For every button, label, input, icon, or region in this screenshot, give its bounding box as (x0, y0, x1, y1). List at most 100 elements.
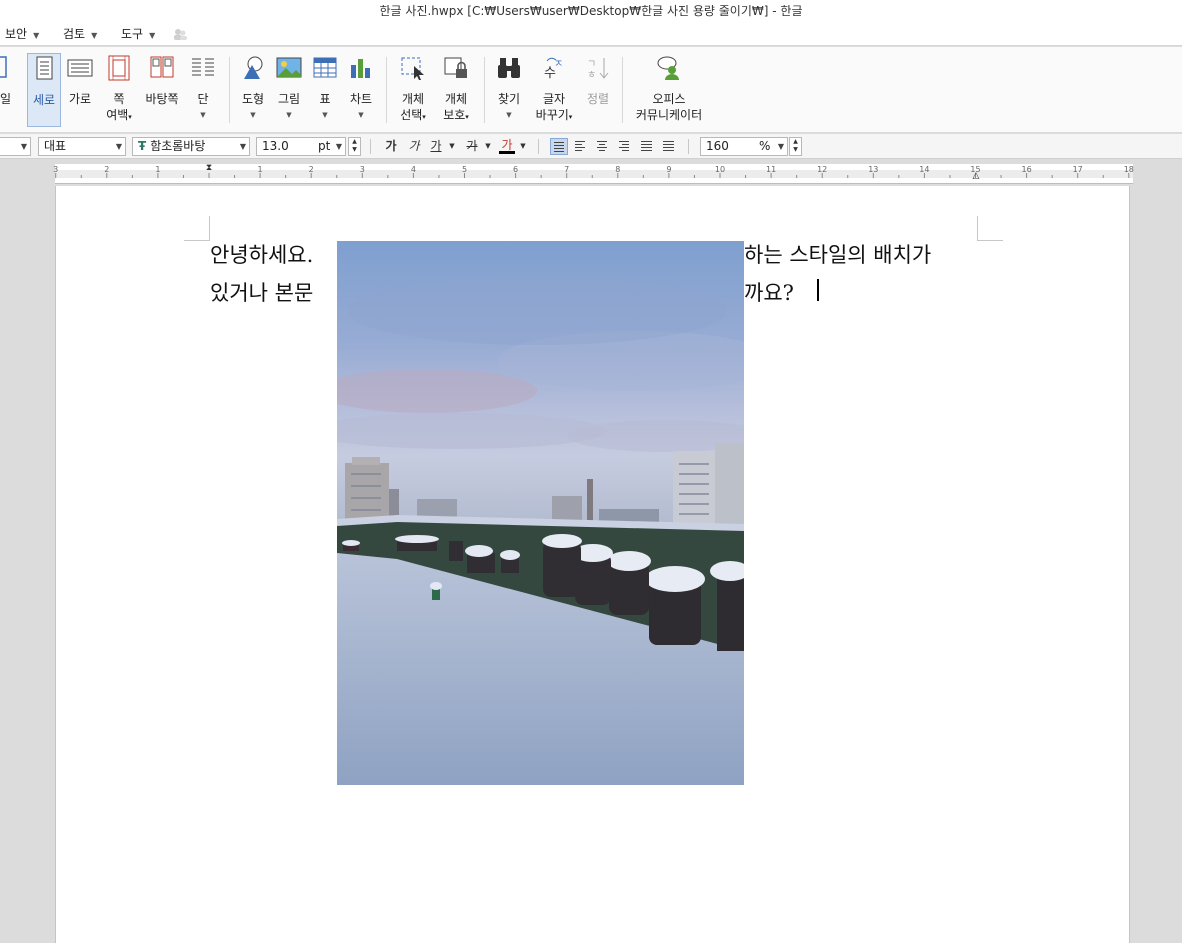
master-page-icon (150, 56, 174, 78)
communicator-icon (657, 56, 679, 80)
italic-button[interactable]: 가 (406, 138, 422, 155)
replace-label-2: 바꾸기▾ (535, 108, 573, 122)
chevron-down-icon: ▼ (115, 142, 122, 151)
right-margin-marker-icon[interactable]: △ (973, 171, 980, 181)
ribbon-separator (622, 57, 623, 123)
previous-combo[interactable]: ▼ (0, 137, 31, 156)
shape-icon (244, 56, 263, 79)
align-divide-button[interactable] (660, 138, 678, 155)
select-object-button[interactable]: 개체 선택▾ (395, 53, 431, 127)
underline-button[interactable]: 가 (428, 138, 444, 155)
line-spacing-stepper[interactable]: ▲ ▼ (789, 137, 802, 156)
page-margin-label-2: 여백▾ (106, 108, 132, 122)
chevron-down-icon: ▼ (286, 111, 292, 119)
sort-icon: ㄱㅎ (587, 58, 609, 81)
find-button[interactable]: 찾기 ▼ (492, 53, 526, 127)
chevron-down-icon: ▼ (200, 111, 206, 119)
line-spacing-input[interactable]: 160% ▼ (700, 137, 788, 156)
menu-review[interactable]: 검토 ▼ (63, 22, 97, 46)
ruler-number: 3 (359, 165, 365, 174)
chevron-down-icon: ▼ (33, 31, 40, 40)
font-type-icon: Ŧ (138, 139, 147, 153)
font-select[interactable]: Ŧ 함초롬바탕 ▼ (132, 137, 250, 156)
bold-button[interactable]: 가 (383, 138, 399, 155)
table-icon (313, 57, 337, 78)
chevron-down-icon: ▼ (250, 111, 256, 119)
table-button[interactable]: 표 ▼ (309, 53, 341, 127)
indent-marker-icon[interactable]: ⧗ (206, 163, 212, 173)
chevron-down-icon[interactable]: ▼ (447, 138, 457, 155)
chevron-down-icon: ▼ (20, 142, 27, 151)
portrait-page-icon (36, 56, 53, 80)
portrait-button[interactable]: 세로 (27, 53, 61, 127)
align-justify-button[interactable] (550, 138, 568, 155)
menu-tools[interactable]: 도구 ▼ (121, 22, 155, 46)
page-margin-button[interactable]: 쪽 여백▾ (101, 53, 137, 127)
portrait-label: 세로 (32, 93, 56, 107)
align-center-button[interactable] (594, 138, 612, 155)
font-size-unit: pt (318, 139, 331, 153)
columns-label: 단 (197, 92, 209, 106)
picture-button[interactable]: 그림 ▼ (273, 53, 305, 127)
align-left-button[interactable] (572, 138, 590, 155)
columns-button[interactable]: 단 ▼ (187, 53, 219, 127)
font-size-input[interactable]: 13.0 pt ▼ (256, 137, 346, 156)
line-spacing-value: 160 (706, 139, 729, 153)
sort-button[interactable]: ㄱㅎ 정렬 (582, 53, 614, 127)
ruler-number: 18 (1123, 165, 1134, 174)
protect-object-button[interactable]: 개체 보호▾ (438, 53, 474, 127)
align-distribute-button[interactable] (638, 138, 656, 155)
office-communicator-button[interactable]: 오피스 커뮤니케이터 (634, 53, 704, 127)
ruler-number: 3 (53, 165, 59, 174)
ribbon-cut-off-button[interactable]: 일 (0, 53, 11, 127)
master-page-button[interactable]: 바탕쪽 (143, 53, 181, 127)
page-icon (0, 56, 7, 78)
text-line-1-right: 하는 스타일의 배치가 (744, 243, 932, 267)
columns-icon (192, 58, 214, 76)
text-line-2-right: 까요? (744, 281, 794, 305)
messenger-icon[interactable] (172, 26, 188, 42)
chart-icon (351, 59, 370, 78)
shape-button[interactable]: 도형 ▼ (237, 53, 269, 127)
ruler-number: 12 (817, 165, 828, 174)
ruler-number: 4 (410, 165, 416, 174)
font-size-stepper[interactable]: ▲ ▼ (348, 137, 361, 156)
style-select[interactable]: 대표 ▼ (38, 137, 126, 156)
chevron-down-icon[interactable]: ▼ (518, 138, 528, 155)
line-spacing-unit: % (759, 139, 771, 153)
chart-button[interactable]: 차트 ▼ (345, 53, 377, 127)
picture-label: 그림 (277, 92, 301, 106)
align-right-button[interactable] (616, 138, 634, 155)
ribbon-separator (484, 57, 485, 123)
replace-button[interactable]: 수ㅈ 글자 바꾸기▾ (532, 53, 576, 127)
shape-label: 도형 (241, 92, 265, 106)
select-object-label-2: 선택▾ (400, 108, 426, 122)
format-separator (370, 139, 371, 154)
landscape-button[interactable]: 가로 (63, 53, 97, 127)
office-communicator-label: 오피스 (652, 92, 686, 106)
horizontal-ruler[interactable]: 3 2 1 1 2 3 4 5 6 7 8 9 10 11 12 13 14 15 16 17 18 ⧗ △ (53, 163, 1134, 184)
ribbon-toolbar: 일 세로 가로 쪽 여백▾ 바탕쪽 단 ▼ 도형 ▼ 그림 ▼ 표 ▼ 차트 ▼… (0, 47, 1182, 133)
text-cursor (817, 279, 819, 301)
chevron-down-icon: ▼ (149, 31, 156, 40)
crop-mark (977, 240, 1003, 241)
chevron-down-icon[interactable]: ▼ (483, 138, 493, 155)
picture-icon (276, 57, 302, 78)
svg-text:ㅎ: ㅎ (587, 70, 596, 81)
ruler-number: 2 (104, 165, 110, 174)
font-color-button[interactable]: 가 (499, 138, 515, 154)
menu-security[interactable]: 보안 ▼ (5, 22, 39, 46)
crop-mark (977, 216, 978, 240)
window-title: 한글 사진.hwpx [C:₩Users₩user₩Desktop₩한글 사진 … (0, 0, 1182, 22)
strikethrough-button[interactable]: 가 (464, 138, 480, 155)
ribbon-separator (386, 57, 387, 123)
ruler-number: 6 (513, 165, 519, 174)
font-size-value: 13.0 (262, 139, 289, 153)
ruler-number: 17 (1072, 165, 1083, 174)
format-separator (538, 139, 539, 154)
chevron-down-icon: ▼ (335, 142, 342, 151)
document-page[interactable]: 안녕하세요. 하는 스타일의 배치가 있거나 본문 까요? (55, 186, 1130, 943)
snowy-rooftop-photo[interactable] (337, 241, 744, 785)
master-page-label: 바탕쪽 (145, 92, 179, 106)
protect-object-icon (444, 57, 467, 78)
